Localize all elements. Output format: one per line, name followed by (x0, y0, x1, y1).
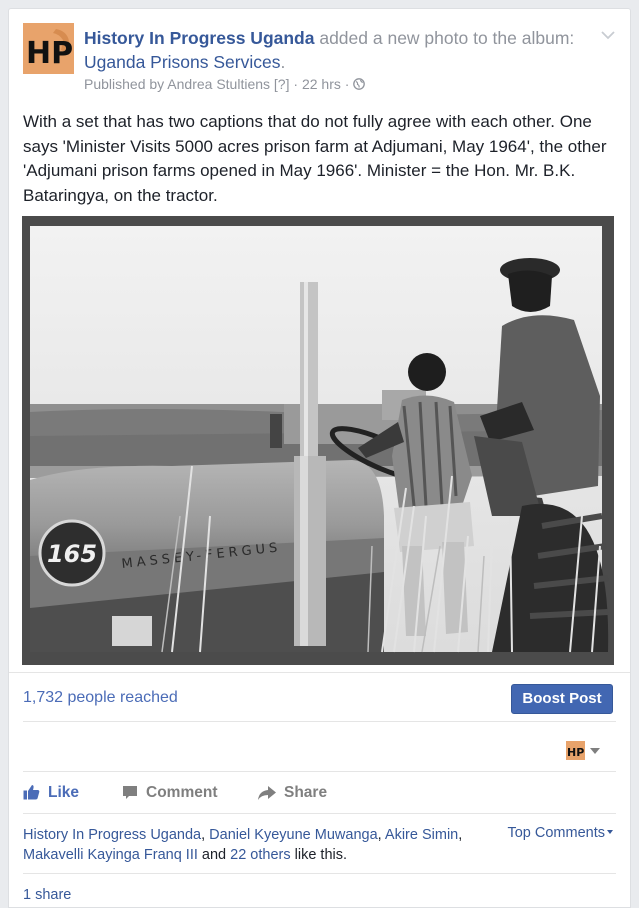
share-button[interactable]: Share (258, 784, 327, 802)
post-text: With a set that has two captions that do… (23, 112, 607, 205)
chevron-down-icon[interactable] (600, 29, 616, 41)
page-avatar[interactable]: HP (23, 23, 74, 74)
divider (23, 721, 616, 722)
likes-suffix: like this. (290, 847, 348, 863)
reach-row: 1,732 people reached Boost Post (9, 672, 630, 721)
liker-link[interactable]: Akire Simin (385, 827, 458, 843)
publisher-name[interactable]: Andrea Stultiens (167, 76, 270, 92)
post-headline: History In Progress Uganda added a new p… (84, 26, 586, 74)
comma: , (377, 827, 385, 843)
post-as-dropdown-icon[interactable] (590, 748, 600, 754)
hp-logo-icon: HP (566, 741, 585, 760)
post-photo[interactable]: 165 MASSEY-FERGUS (22, 216, 614, 665)
meta-separator: · (344, 76, 350, 92)
comment-bubble-icon (123, 786, 137, 799)
divider (23, 873, 616, 874)
like-label: Like (48, 784, 80, 801)
likes-summary: History In Progress Uganda, Daniel Kyeyu… (23, 825, 493, 865)
globe-icon[interactable] (353, 78, 366, 90)
tractor-badge-number: 165 (47, 540, 97, 568)
post-card: HP History In Progress Uganda added a ne… (8, 8, 631, 908)
divider (23, 813, 616, 814)
post-as-avatar[interactable]: HP (566, 741, 585, 760)
svg-text:HP: HP (26, 36, 73, 71)
post-time[interactable]: 22 hrs (302, 76, 341, 92)
page-name-link[interactable]: History In Progress Uganda (84, 28, 314, 48)
divider (23, 771, 616, 772)
liker-link[interactable]: Daniel Kyeyune Muwanga (209, 827, 377, 843)
comment-button[interactable]: Comment (122, 784, 217, 802)
hp-logo-icon: HP (23, 23, 74, 74)
published-by-label: Published by (84, 76, 168, 92)
comment-label: Comment (146, 784, 218, 801)
help-marker[interactable]: [?] (274, 76, 290, 92)
like-button[interactable]: Like (23, 784, 79, 802)
boost-post-button[interactable]: Boost Post (511, 684, 613, 714)
liker-link[interactable]: History In Progress Uganda (23, 827, 201, 843)
and-text: and (197, 847, 231, 863)
people-reached[interactable]: 1,732 people reached (23, 689, 178, 707)
liker-link[interactable]: Makavelli Kayinga Franq III (23, 847, 198, 863)
comma: , (201, 827, 210, 843)
headline-period: . (280, 52, 286, 72)
top-comments-dropdown[interactable]: Top Comments (507, 825, 613, 841)
caret-down-icon (607, 830, 613, 834)
album-link[interactable]: Uganda Prisons Services (84, 52, 280, 72)
action-bar: Like Comment Share (9, 773, 630, 813)
post-as-row: HP (9, 731, 630, 771)
shares-count[interactable]: 1 share (23, 887, 71, 903)
post-header: HP History In Progress Uganda added a ne… (23, 23, 616, 103)
top-comments-label: Top Comments (507, 825, 605, 841)
meta-separator: · (293, 76, 299, 92)
share-label: Share (284, 784, 328, 801)
post-meta: Published by Andrea Stultiens [?] · 22 h… (84, 75, 366, 93)
comma: , (458, 827, 463, 843)
tractor-photo: 165 MASSEY-FERGUS (22, 216, 614, 665)
headline-action-text: added a new photo to the album: (314, 28, 575, 48)
share-arrow-icon (258, 786, 276, 800)
thumbs-up-icon (23, 785, 40, 800)
other-likers-link[interactable]: 22 others (230, 847, 290, 863)
mini-logo-text: HP (567, 746, 584, 759)
